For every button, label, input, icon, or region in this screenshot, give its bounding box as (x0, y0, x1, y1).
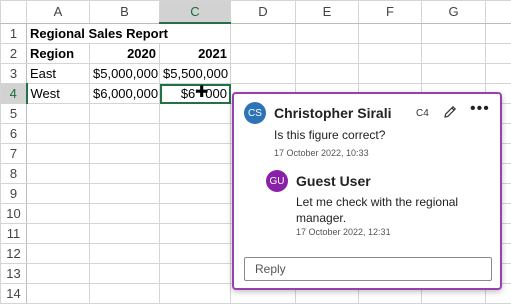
column-header-e[interactable]: E (296, 1, 359, 24)
cell[interactable] (296, 64, 359, 84)
cell[interactable] (296, 44, 359, 64)
row-header[interactable]: 5 (1, 104, 27, 124)
cell[interactable] (90, 244, 160, 264)
reply-author-avatar: GU (266, 170, 288, 192)
cell[interactable] (90, 224, 160, 244)
row-header[interactable]: 13 (1, 264, 27, 284)
comment-text: Is this figure correct? (274, 128, 385, 142)
sheet-row: 2 Region 2020 2021 (1, 44, 511, 64)
cell[interactable] (422, 23, 486, 44)
cell[interactable] (27, 204, 90, 224)
cell[interactable] (160, 284, 231, 304)
comment-header: CS Christopher Sirali C4 ••• (244, 102, 492, 124)
column-header-row: A B C D E F G (1, 1, 511, 24)
column-header-d[interactable]: D (231, 1, 296, 24)
cell[interactable] (90, 144, 160, 164)
reply-author: Guest User (296, 173, 371, 189)
sheet-row: 1 Regional Sales Report (1, 23, 511, 44)
cell[interactable] (27, 284, 90, 304)
cell-a3[interactable]: East (27, 64, 90, 84)
column-header-f[interactable]: F (359, 1, 422, 24)
cell[interactable] (160, 204, 231, 224)
cell[interactable] (90, 104, 160, 124)
reply-input[interactable] (244, 257, 492, 281)
row-header[interactable]: 8 (1, 164, 27, 184)
comment-thread-card: CS Christopher Sirali C4 ••• Is this fig… (232, 92, 502, 290)
row-header[interactable]: 14 (1, 284, 27, 304)
cell-b4[interactable]: $6,000,000 (90, 84, 160, 104)
cell[interactable] (486, 44, 511, 64)
cell[interactable] (90, 184, 160, 204)
cell[interactable] (27, 164, 90, 184)
edit-pencil-icon[interactable] (442, 104, 458, 120)
column-header-a[interactable]: A (27, 1, 90, 24)
author-avatar: CS (244, 102, 266, 124)
reply-timestamp: 17 October 2022, 12:31 (296, 227, 391, 237)
cell[interactable] (27, 224, 90, 244)
row-header[interactable]: 1 (1, 23, 27, 44)
cell-a1[interactable]: Regional Sales Report (27, 23, 231, 44)
cell-c4-value: $6 (181, 86, 195, 101)
row-header[interactable]: 2 (1, 44, 27, 64)
cell[interactable] (27, 264, 90, 284)
cell[interactable] (160, 144, 231, 164)
cell[interactable] (90, 124, 160, 144)
cell-reference: C4 (416, 108, 429, 119)
cell[interactable] (422, 64, 486, 84)
row-header[interactable]: 6 (1, 124, 27, 144)
row-header[interactable]: 3 (1, 64, 27, 84)
cell[interactable] (359, 64, 422, 84)
cell[interactable] (160, 164, 231, 184)
cell[interactable] (27, 244, 90, 264)
row-header[interactable]: 11 (1, 224, 27, 244)
row-header[interactable]: 12 (1, 244, 27, 264)
cell[interactable] (160, 244, 231, 264)
cell[interactable] (27, 124, 90, 144)
cell[interactable] (359, 44, 422, 64)
cell[interactable] (231, 64, 296, 84)
row-header[interactable]: 10 (1, 204, 27, 224)
row-header[interactable]: 4 (1, 84, 27, 104)
select-all-corner[interactable] (1, 1, 27, 24)
row-header[interactable]: 9 (1, 184, 27, 204)
column-header-g[interactable]: G (422, 1, 486, 24)
cell[interactable] (27, 104, 90, 124)
cell-a4[interactable]: West (27, 84, 90, 104)
cell[interactable] (27, 184, 90, 204)
comment-author: Christopher Sirali (274, 105, 391, 121)
column-header-h[interactable] (486, 1, 511, 24)
cell[interactable] (160, 264, 231, 284)
row-header[interactable]: 7 (1, 144, 27, 164)
cell[interactable] (296, 23, 359, 44)
cell[interactable] (231, 44, 296, 64)
cell-c4-value-tail: 000 (205, 86, 227, 101)
cell-c3[interactable]: $5,500,000 (160, 64, 231, 84)
column-header-c[interactable]: C (160, 1, 231, 24)
cell[interactable] (90, 204, 160, 224)
cell[interactable] (90, 164, 160, 184)
more-options-icon[interactable]: ••• (470, 100, 490, 118)
cell[interactable] (90, 264, 160, 284)
cell-c4-active[interactable]: $6 000 ✚ (160, 84, 231, 104)
cell[interactable] (160, 224, 231, 244)
cell[interactable] (160, 184, 231, 204)
sheet-row: 3 East $5,000,000 $5,500,000 (1, 64, 511, 84)
cell[interactable] (231, 23, 296, 44)
cell-b2[interactable]: 2020 (90, 44, 160, 64)
comment-timestamp: 17 October 2022, 10:33 (274, 148, 369, 158)
cell[interactable] (27, 144, 90, 164)
reply-text: Let me check with the regional manager. (296, 194, 486, 226)
cell[interactable] (160, 104, 231, 124)
column-header-b[interactable]: B (90, 1, 160, 24)
cell-a2[interactable]: Region (27, 44, 90, 64)
cell-select-cursor-icon: ✚ (195, 85, 208, 101)
cell[interactable] (160, 124, 231, 144)
cell[interactable] (486, 64, 511, 84)
cell-c2[interactable]: 2021 (160, 44, 231, 64)
cell[interactable] (90, 284, 160, 304)
cell-b3[interactable]: $5,000,000 (90, 64, 160, 84)
cell[interactable] (359, 23, 422, 44)
cell[interactable] (422, 44, 486, 64)
